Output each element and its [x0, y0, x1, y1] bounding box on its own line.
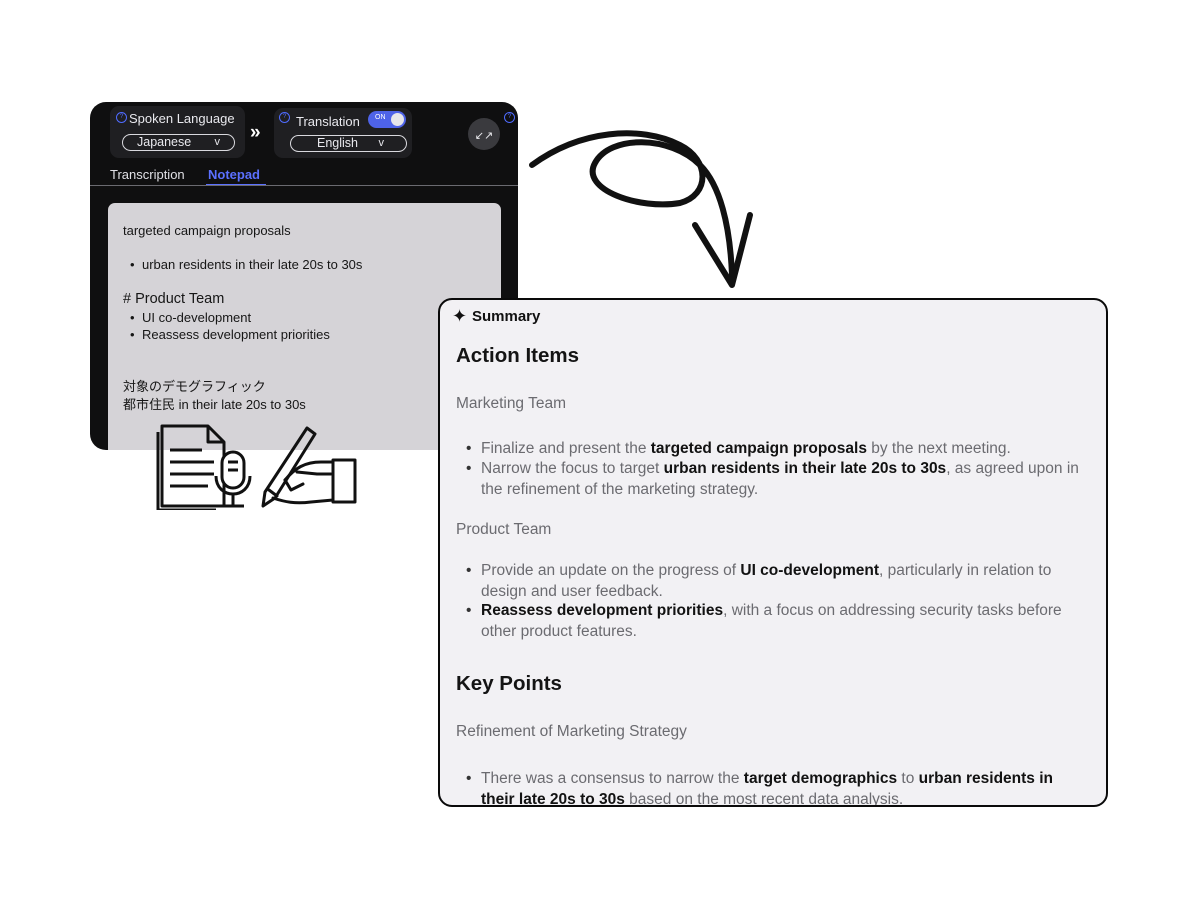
spoken-language-box: ? Spoken Language Japanese v	[110, 106, 245, 158]
corner-info-icon[interactable]: ?	[504, 112, 515, 123]
tab-transcription[interactable]: Transcription	[110, 167, 185, 182]
hand-writing-pen-icon	[261, 426, 357, 508]
tab-divider	[90, 185, 518, 186]
collapse-arrows-icon: ↙↗	[474, 130, 494, 142]
note-heading: # Product Team	[123, 291, 225, 307]
refinement-heading: Refinement of Marketing Strategy	[456, 723, 687, 740]
translation-info-icon[interactable]: ?	[279, 112, 290, 123]
translation-box: ? Translation ON English v	[274, 108, 412, 158]
list-item: Narrow the focus to target urban residen…	[466, 459, 1086, 500]
spoken-language-info-icon[interactable]: ?	[116, 112, 127, 123]
curved-arrow-icon	[529, 130, 753, 288]
collapse-button[interactable]: ↙↗	[468, 118, 500, 150]
spoken-language-label: Spoken Language	[129, 111, 235, 126]
list-item: There was a consensus to narrow the targ…	[466, 769, 1086, 805]
translation-toggle[interactable]: ON	[368, 111, 406, 128]
note-bullet: urban residents in their late 20s to 30s	[130, 257, 362, 272]
marketing-team-heading: Marketing Team	[456, 395, 566, 412]
product-team-heading: Product Team	[456, 521, 552, 538]
list-item: Reassess development priorities, with a …	[466, 601, 1086, 642]
document-microphone-icon	[156, 424, 252, 510]
double-chevron-right-icon: »	[250, 122, 260, 143]
spoken-language-select[interactable]: Japanese v	[122, 134, 235, 151]
translation-language-select[interactable]: English v	[290, 135, 407, 152]
note-line: targeted campaign proposals	[123, 223, 291, 238]
sparkle-icon: ✦	[452, 306, 468, 326]
list-item: Provide an update on the progress of UI …	[466, 561, 1086, 602]
summary-panel: ✦ Summary Action Items Marketing Team Fi…	[438, 298, 1108, 807]
spoken-language-value: Japanese	[137, 135, 192, 149]
note-bullet: UI co-development	[130, 310, 251, 325]
note-line-mixed: 都市住民 in their late 20s to 30s	[123, 397, 306, 412]
action-items-heading: Action Items	[456, 344, 580, 367]
chevron-down-icon: v	[378, 137, 385, 149]
summary-title: Summary	[472, 308, 541, 325]
note-line-japanese: 対象のデモグラフィック	[123, 379, 266, 394]
key-points-heading: Key Points	[456, 672, 562, 695]
translation-language-value: English	[317, 136, 358, 150]
toggle-on-label: ON	[375, 114, 386, 121]
note-bullet: Reassess development priorities	[130, 327, 330, 342]
tab-notepad[interactable]: Notepad	[208, 167, 260, 182]
translation-label: Translation	[296, 114, 360, 129]
list-item: Finalize and present the targeted campai…	[466, 439, 1086, 460]
chevron-down-icon: v	[214, 136, 221, 148]
toggle-knob	[391, 113, 404, 126]
